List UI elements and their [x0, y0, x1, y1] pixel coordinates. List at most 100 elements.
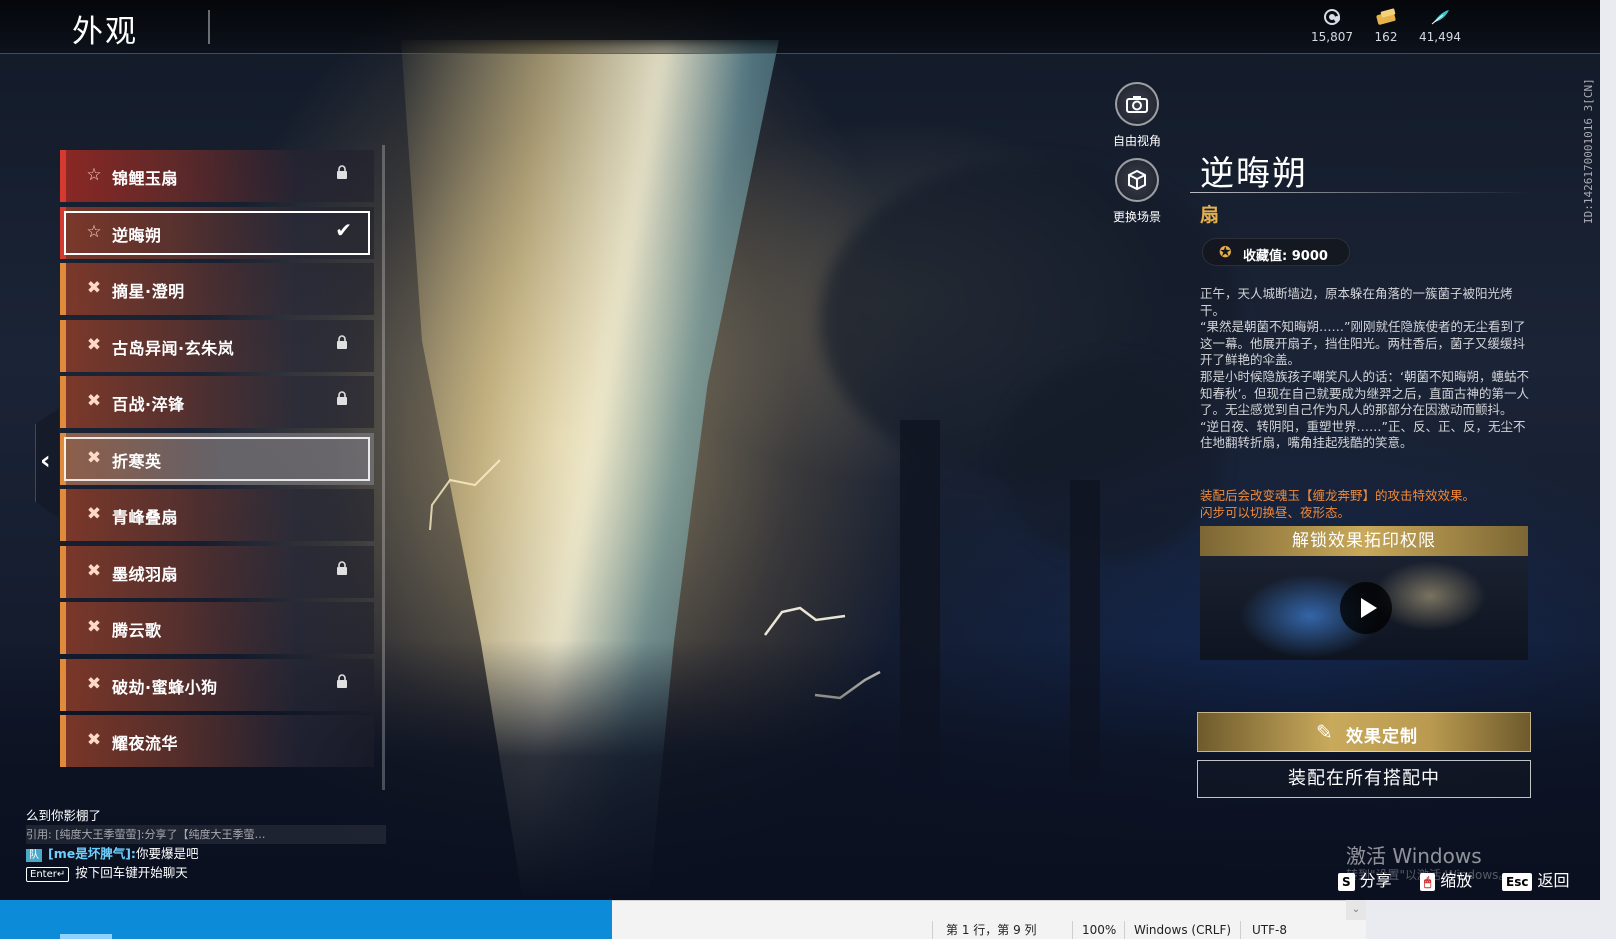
collect-value: 收藏值: 9000 — [1243, 249, 1328, 264]
ticket-icon — [1356, 8, 1416, 28]
list-item[interactable]: ✖ 耀夜流华 — [60, 715, 374, 767]
brush-icon: ✎ — [1316, 720, 1333, 744]
chevron-left-icon: ‹ — [40, 446, 51, 476]
taskbar-active-indicator — [60, 934, 112, 939]
item-description: 正午，天人城断墙边，原本躲在角落的一簇菌子被阳光烤干。 “果然是朝菌不知晦朔……… — [1200, 286, 1529, 451]
list-item[interactable]: ✖ 百战·淬锋 — [60, 376, 374, 428]
list-item[interactable]: ✖ 墨绒羽扇 — [60, 545, 374, 598]
windows-activation-watermark: 激活 Windows — [1346, 844, 1482, 868]
pattern-icon: ✖ — [86, 334, 102, 355]
status-separator — [1072, 921, 1073, 939]
chat-hint-text: 按下回车键开始聊天 — [75, 865, 188, 880]
free-view-label: 自由视角 — [1112, 134, 1161, 148]
list-item-label: 摘星·澄明 — [112, 282, 185, 301]
status-separator — [1124, 921, 1125, 939]
collect-icon: ✪ — [1219, 243, 1232, 261]
list-item-label: 逆晦朔 — [112, 225, 162, 245]
star-icon: ☆ — [86, 221, 102, 242]
zoom-level[interactable]: 100% — [1082, 921, 1116, 939]
pattern-icon: ✖ — [86, 391, 102, 411]
pattern-icon: ✖ — [86, 447, 102, 468]
lock-icon — [337, 165, 347, 179]
window-edge — [1600, 0, 1616, 939]
list-item[interactable]: ✖ 折寒英 — [60, 432, 374, 485]
lock-icon — [337, 560, 347, 575]
currency-spirit[interactable]: 15,807 — [1302, 8, 1362, 44]
currency-value: 162 — [1374, 30, 1398, 44]
currency-ticket[interactable]: 162 — [1356, 8, 1416, 44]
constellation-effect — [763, 606, 846, 636]
title-divider — [1190, 192, 1530, 193]
feather-icon — [1410, 8, 1470, 28]
top-header: 外观 15,807 162 41,494 — [0, 0, 1600, 54]
desktop-edge — [1366, 900, 1600, 939]
play-icon[interactable] — [1340, 582, 1392, 634]
lock-icon — [337, 673, 347, 688]
appearance-list[interactable]: ☆ 锦鲤玉扇 ☆ 逆晦朔 ✔ ✖ 摘星·澄明 ✖ 古岛异闻·玄朱岚 ✖ 百战·淬锋 ✖ 折寒英 ✖ 青峰叠扇… — [60, 150, 378, 790]
esc-key-icon: Esc — [1502, 873, 1533, 891]
list-item[interactable]: ✖ 古岛异闻·玄朱岚 — [60, 319, 374, 372]
page-title: 外观 — [72, 14, 138, 50]
user-id: ID:1426170001016 3[CN] — [1582, 78, 1595, 224]
pattern-icon: ✖ — [86, 730, 102, 750]
currency-feather[interactable]: 41,494 — [1410, 8, 1470, 44]
back-label: 返回 — [1537, 871, 1570, 890]
share-label: 分享 — [1359, 871, 1392, 890]
status-separator — [932, 921, 933, 939]
s-key-icon: S — [1338, 873, 1355, 891]
pattern-icon: ✖ — [86, 278, 102, 298]
list-item-label: 百战·淬锋 — [112, 395, 185, 414]
item-type: 扇 — [1200, 204, 1220, 226]
chat-quote: 引用: [纯度大王季萤萤]:分享了【纯度大王季萤… — [26, 825, 386, 844]
back-hint[interactable]: Esc 返回 — [1502, 867, 1569, 891]
currency-value: 15,807 — [1311, 30, 1353, 44]
list-item[interactable]: ✖ 腾云歌 — [60, 602, 374, 654]
list-item-label: 耀夜流华 — [112, 734, 179, 753]
enter-key-icon: Enter↵ — [26, 867, 70, 882]
collapse-panel-button[interactable]: ‹ — [35, 408, 59, 518]
customize-effect-button[interactable]: ✎ 效果定制 — [1197, 712, 1531, 752]
zoom-label: 缩放 — [1440, 871, 1473, 890]
effect-note: 装配后会改变魂玉【缠龙奔野】的攻击特效效果。 闪步可以切换昼、夜形态。 — [1200, 488, 1476, 520]
list-item-label: 折寒英 — [112, 451, 162, 471]
list-item[interactable]: ✖ 破劫·蜜蜂小狗 — [60, 658, 374, 711]
mouse-icon: 🖱 — [1420, 873, 1436, 891]
encoding[interactable]: UTF-8 — [1252, 921, 1287, 939]
constellation-effect — [429, 459, 501, 531]
change-scene-button[interactable]: 更换场景 — [1102, 158, 1172, 225]
collect-value-badge: ✪ 收藏值: 9000 — [1202, 238, 1350, 266]
list-scrollbar[interactable] — [382, 145, 385, 790]
chat-panel[interactable]: 么到你影棚了 引用: [纯度大王季萤萤]:分享了【纯度大王季萤… 队 [me是坏脾… — [26, 806, 386, 882]
chevron-down-icon[interactable]: ⌄ — [1346, 900, 1366, 920]
spirit-coin-icon — [1302, 8, 1362, 28]
customize-effect-label: 效果定制 — [1346, 727, 1418, 747]
effect-preview-video[interactable] — [1200, 556, 1528, 660]
zoom-hint[interactable]: 🖱 缩放 — [1420, 867, 1472, 891]
chat-text: 你要爆是吧 — [135, 846, 199, 861]
free-view-button[interactable]: 自由视角 — [1102, 82, 1172, 149]
pattern-icon: ✖ — [86, 673, 102, 694]
checkmark-icon: ✔ — [335, 217, 352, 242]
lock-icon — [337, 391, 347, 405]
chat-input-hint[interactable]: Enter↵ 按下回车键开始聊天 — [26, 863, 386, 882]
equip-all-button[interactable]: 装配在所有搭配中 — [1197, 760, 1531, 798]
share-hint[interactable]: S 分享 — [1338, 867, 1392, 891]
list-item-label: 锦鲤玉扇 — [112, 169, 179, 188]
chat-message: 么到你影棚了 — [26, 808, 102, 823]
list-item[interactable]: ✖ 摘星·澄明 — [60, 263, 374, 315]
list-item[interactable]: ✖ 青峰叠扇 — [60, 489, 374, 541]
list-item-label: 破劫·蜜蜂小狗 — [112, 677, 218, 697]
list-item-label: 古岛异闻·玄朱岚 — [112, 338, 235, 358]
item-title: 逆晦朔 — [1200, 154, 1308, 194]
unlock-effect-panel[interactable]: 解锁效果拓印权限 — [1200, 526, 1528, 660]
line-ending[interactable]: Windows (CRLF) — [1134, 921, 1231, 939]
chat-speaker[interactable]: [me是坏脾气]: — [48, 846, 136, 861]
list-item-label: 墨绒羽扇 — [112, 564, 179, 584]
unlock-effect-title: 解锁效果拓印权限 — [1200, 526, 1528, 556]
pattern-icon: ✖ — [86, 560, 102, 581]
team-channel-badge: 队 — [26, 849, 42, 862]
currency-value: 41,494 — [1419, 30, 1461, 44]
list-item[interactable]: ☆ 逆晦朔 ✔ — [60, 206, 374, 259]
list-item[interactable]: ☆ 锦鲤玉扇 — [60, 150, 374, 202]
pattern-icon: ✖ — [86, 504, 102, 524]
